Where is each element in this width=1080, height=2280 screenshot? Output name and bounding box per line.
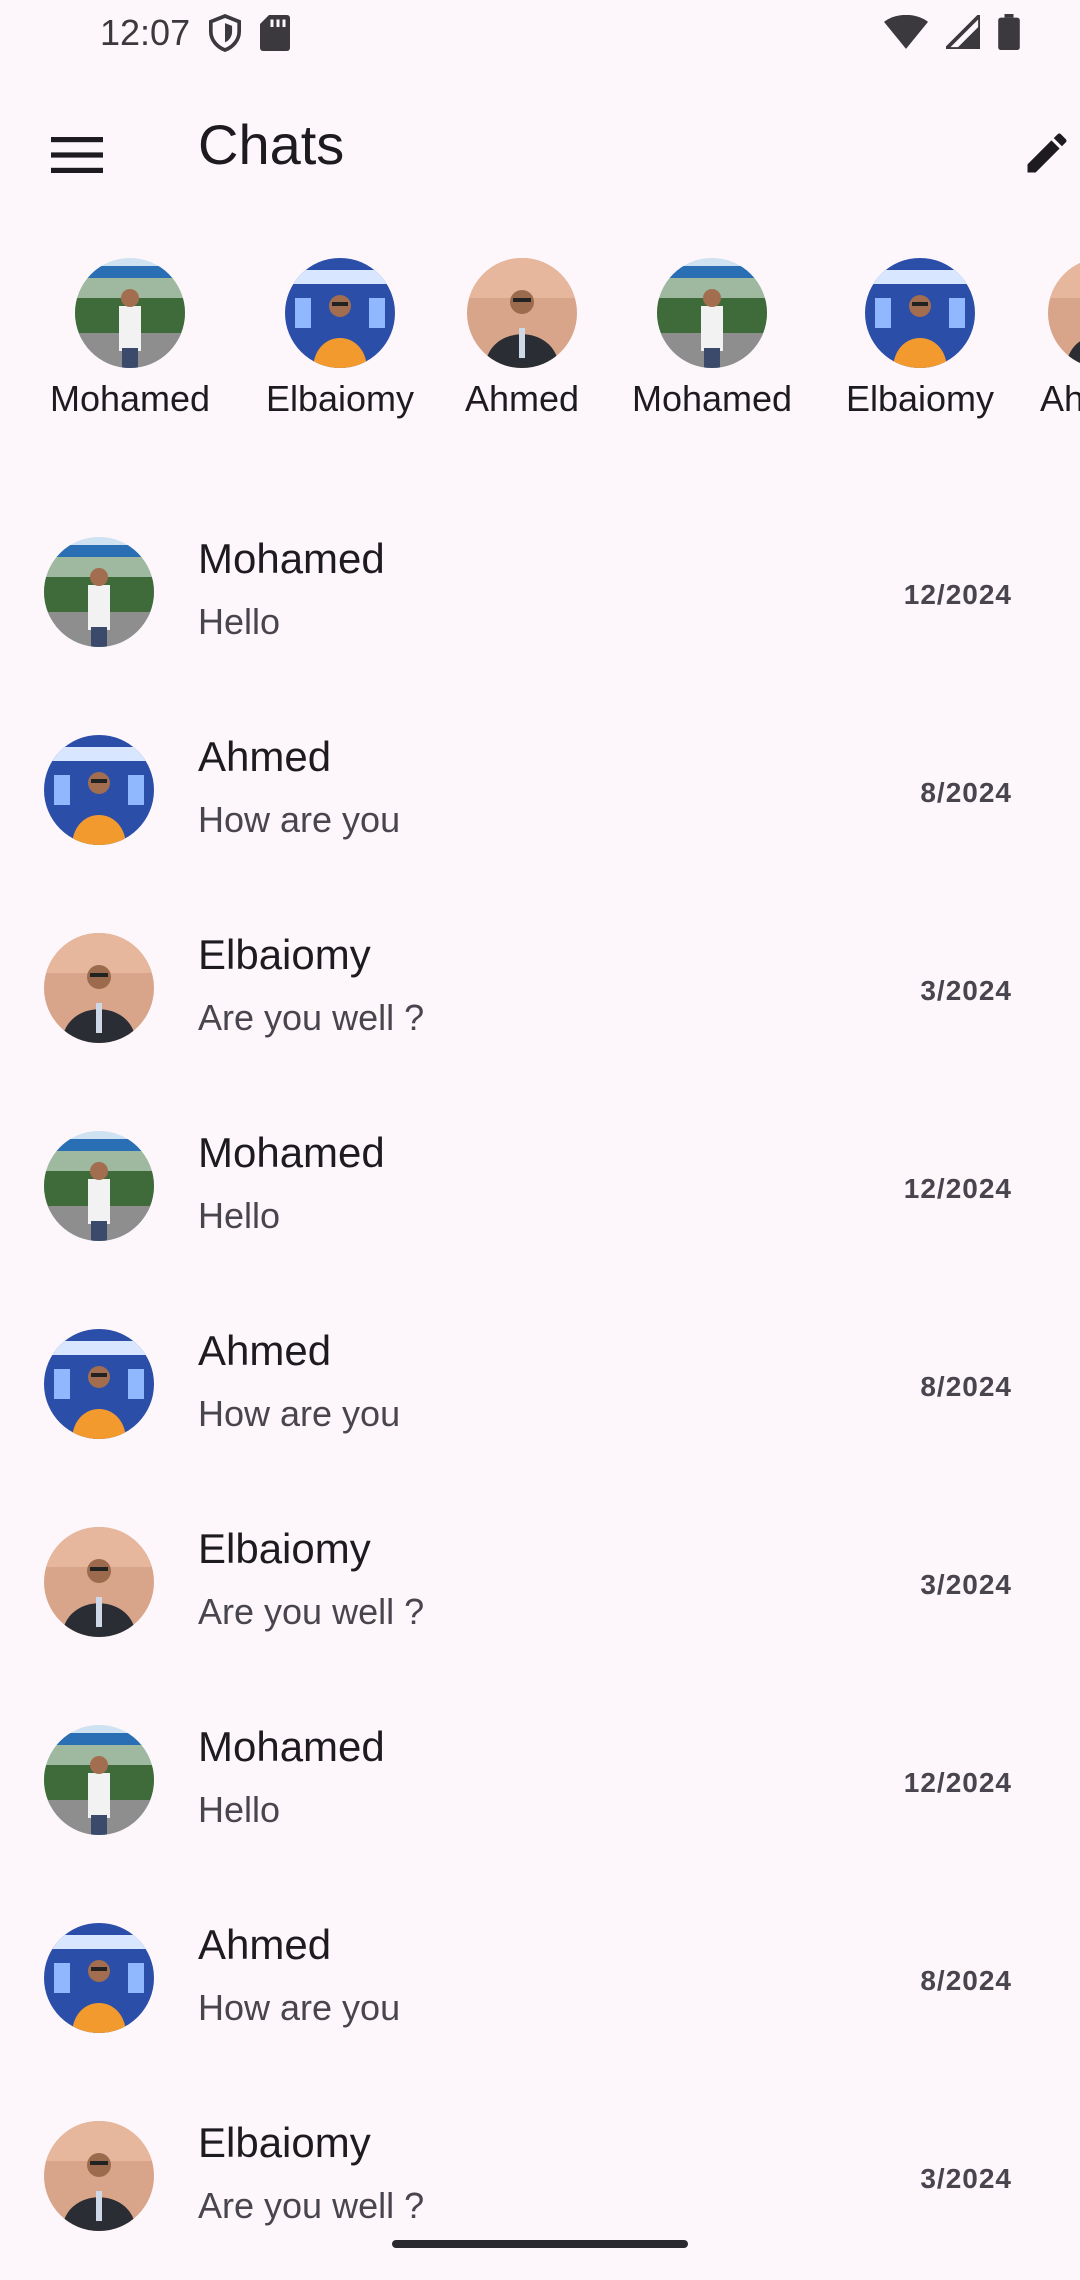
avatar: [44, 1725, 154, 1835]
menu-icon: [51, 136, 103, 178]
avatar: [75, 258, 185, 368]
chat-date: 3/2024: [920, 2163, 1012, 2194]
avatar: [44, 1131, 154, 1241]
chat-date: 12/2024: [903, 1767, 1012, 1798]
compose-button[interactable]: [1000, 108, 1080, 202]
chat-contact-name: Mohamed: [198, 1723, 385, 1770]
status-bar: 12:07: [0, 0, 1080, 70]
status-time: 12:07: [100, 12, 191, 53]
sd-card-icon: [260, 15, 290, 56]
chat-contact-name: Elbaiomy: [198, 1525, 371, 1572]
avatar: [1048, 258, 1080, 368]
chat-date: 3/2024: [920, 1569, 1012, 1600]
chat-last-message: Hello: [198, 1789, 281, 1830]
chat-list-item[interactable]: Elbaiomy Are you well ? 3/2024: [0, 1495, 1080, 1693]
avatar: [285, 258, 395, 368]
story-item[interactable]: Ahmed: [448, 258, 596, 420]
chat-contact-name: Mohamed: [198, 1129, 385, 1176]
chat-last-message: Are you well ?: [198, 997, 425, 1038]
avatar: [657, 258, 767, 368]
chat-list-item[interactable]: Ahmed How are you 8/2024: [0, 1891, 1080, 2089]
chat-date: 12/2024: [903, 579, 1012, 610]
story-name: Elbaiomy: [265, 378, 415, 419]
chat-last-message: Are you well ?: [198, 1591, 425, 1632]
chat-last-message: How are you: [198, 799, 401, 840]
chat-last-message: Hello: [198, 601, 281, 642]
battery-icon: [998, 14, 1020, 55]
chat-date: 8/2024: [920, 1371, 1012, 1402]
cellular-signal-icon: [941, 10, 982, 54]
wifi-icon: [884, 14, 928, 54]
story-name: Mohamed: [49, 378, 211, 419]
avatar: [44, 1923, 154, 2033]
chat-last-message: Are you well ?: [198, 2185, 425, 2226]
chat-contact-name: Mohamed: [198, 535, 385, 582]
chat-list-item[interactable]: Mohamed Hello 12/2024: [0, 1099, 1080, 1297]
chat-contact-name: Elbaiomy: [198, 2119, 371, 2166]
chat-contact-name: Elbaiomy: [198, 931, 371, 978]
chat-last-message: How are you: [198, 1393, 401, 1434]
chats-screen: 12:07 Chats Mohamed Elbaiomy Ahmed Moham…: [0, 0, 1080, 2280]
chat-list-item[interactable]: Elbaiomy Are you well ? 3/2024: [0, 901, 1080, 1099]
chat-last-message: Hello: [198, 1195, 281, 1236]
story-item[interactable]: Mohamed: [620, 258, 804, 420]
avatar: [44, 1527, 154, 1637]
chat-list-item[interactable]: Elbaiomy Are you well ? 3/2024: [0, 2089, 1080, 2280]
chat-list-item[interactable]: Mohamed Hello 12/2024: [0, 1693, 1080, 1891]
avatar: [44, 2121, 154, 2231]
chat-date: 12/2024: [903, 1173, 1012, 1204]
chat-date: 8/2024: [920, 777, 1012, 808]
shield-icon: [208, 14, 242, 57]
chat-contact-name: Ahmed: [198, 1921, 332, 1968]
story-name: Ahmed: [464, 378, 580, 419]
chat-contact-name: Ahmed: [198, 1327, 332, 1374]
avatar: [865, 258, 975, 368]
story-item[interactable]: Ah: [1040, 258, 1080, 420]
story-name: Elbaiomy: [845, 378, 995, 419]
chat-list-item[interactable]: Ahmed How are you 8/2024: [0, 1297, 1080, 1495]
avatar: [44, 933, 154, 1043]
avatar: [44, 735, 154, 845]
story-name: Ah: [1040, 378, 1080, 419]
home-indicator[interactable]: [392, 2240, 688, 2248]
stories-row[interactable]: Mohamed Elbaiomy Ahmed Mohamed Elbaiomy …: [0, 258, 1080, 428]
story-item[interactable]: Elbaiomy: [252, 258, 428, 420]
avatar: [44, 537, 154, 647]
chat-date: 8/2024: [920, 1965, 1012, 1996]
menu-button[interactable]: [30, 110, 124, 204]
edit-icon: [1021, 127, 1073, 184]
chat-list-item[interactable]: Ahmed How are you 8/2024: [0, 703, 1080, 901]
chat-list-item[interactable]: Mohamed Hello 12/2024: [0, 505, 1080, 703]
chat-date: 3/2024: [920, 975, 1012, 1006]
page-title: Chats: [198, 113, 345, 176]
chat-contact-name: Ahmed: [198, 733, 332, 780]
story-name: Mohamed: [631, 378, 793, 419]
avatar: [467, 258, 577, 368]
chat-last-message: How are you: [198, 1987, 401, 2028]
avatar: [44, 1329, 154, 1439]
story-item[interactable]: Mohamed: [40, 258, 220, 420]
app-bar: Chats: [0, 90, 1080, 200]
story-item[interactable]: Elbaiomy: [832, 258, 1008, 420]
